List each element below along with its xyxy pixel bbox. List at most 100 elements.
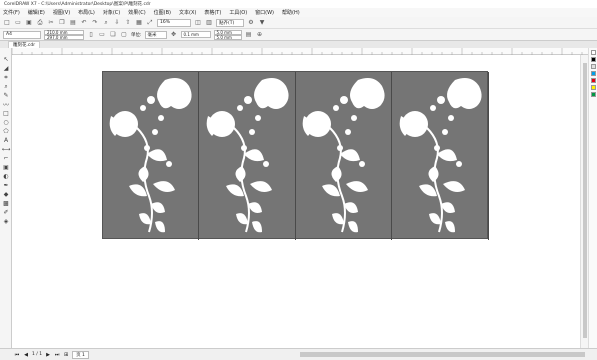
- document-tab[interactable]: 雕刻花.cdr: [8, 41, 41, 48]
- palette-swatches: [589, 57, 597, 97]
- flower-panel[interactable]: [296, 72, 392, 240]
- dup-y-field[interactable]: 5.0 mm: [213, 34, 242, 40]
- next-page-icon[interactable]: ▶: [45, 352, 51, 358]
- menu-layout[interactable]: 布局(L): [78, 9, 95, 16]
- flower-panel[interactable]: [103, 72, 199, 240]
- palette-swatch[interactable]: [590, 57, 596, 62]
- palette-swatch[interactable]: [590, 64, 596, 69]
- units-select[interactable]: 毫米: [144, 30, 167, 39]
- menu-edit[interactable]: 编辑(E): [28, 9, 45, 16]
- artistic-media-icon[interactable]: 〰: [0, 100, 12, 109]
- last-page-icon[interactable]: ⏭: [54, 352, 60, 358]
- portrait-icon[interactable]: ▯: [87, 31, 95, 39]
- page-height-field[interactable]: 297.0 mm: [44, 34, 84, 40]
- flower-panel[interactable]: [200, 72, 296, 240]
- horizontal-scrollbar[interactable]: [300, 352, 585, 357]
- polygon-tool-icon[interactable]: ⬠: [0, 127, 12, 136]
- interactive-fill-icon[interactable]: ◆: [0, 190, 12, 199]
- cut-icon[interactable]: ✂: [47, 19, 55, 27]
- import-icon[interactable]: ⇩: [113, 19, 121, 27]
- menu-help[interactable]: 帮助(H): [282, 9, 300, 16]
- palette-swatch[interactable]: [590, 85, 596, 90]
- redo-icon[interactable]: ↷: [91, 19, 99, 27]
- nudge-icon: ✥: [171, 31, 177, 38]
- duplicate-distance: 5.0 mm 5.0 mm: [213, 29, 242, 40]
- snap-label: 贴齐(T): [219, 20, 235, 26]
- page-tab[interactable]: 页 1: [72, 350, 89, 359]
- menu-table[interactable]: 表格(T): [204, 9, 221, 16]
- pick-tool-icon[interactable]: ↖: [0, 55, 12, 64]
- flower-motif: [399, 78, 482, 233]
- horizontal-ruler[interactable]: [11, 48, 591, 55]
- copy-icon[interactable]: ❐: [58, 19, 66, 27]
- standard-toolbar: □ ▭ ▣ ⎙ ✂ ❐ ▤ ↶ ↷ ⌕ ⇩ ⇧ ▦ ⤢ 16% ◫ ▥ 贴齐(T…: [0, 17, 597, 29]
- page-height-value: 297.0 mm: [47, 34, 68, 40]
- menu-bitmap[interactable]: 位图(B): [154, 9, 171, 16]
- color-palette: [588, 48, 597, 350]
- palette-swatch[interactable]: [590, 92, 596, 97]
- options-icon[interactable]: ⚙: [247, 19, 255, 27]
- crop-tool-icon[interactable]: ⌗: [0, 73, 12, 82]
- fill-icon[interactable]: ◈: [0, 217, 12, 226]
- add-icon[interactable]: ⊕: [256, 31, 264, 39]
- parallel-dimension-icon[interactable]: ⟷: [0, 145, 12, 154]
- vertical-scrollbar[interactable]: [580, 55, 588, 348]
- page-dimensions: 210.0 mm 297.0 mm: [44, 29, 84, 40]
- zoom-value: 16%: [160, 20, 171, 25]
- menu-file[interactable]: 文件(F): [3, 9, 20, 16]
- palette-swatch[interactable]: [590, 71, 596, 76]
- flower-panel[interactable]: [393, 72, 489, 240]
- paste-icon[interactable]: ▤: [69, 19, 77, 27]
- export-icon[interactable]: ⇧: [124, 19, 132, 27]
- page-settings-icon[interactable]: ▤: [245, 31, 253, 39]
- all-pages-icon[interactable]: ❏: [109, 31, 117, 39]
- outline-pen-icon[interactable]: ✐: [0, 208, 12, 217]
- paper-size-select[interactable]: A4: [3, 30, 41, 39]
- current-page-icon[interactable]: ▢: [120, 31, 128, 39]
- ellipse-tool-icon[interactable]: ○: [0, 118, 12, 127]
- prev-page-icon[interactable]: ◀: [23, 352, 29, 358]
- open-icon[interactable]: ▭: [14, 19, 22, 27]
- menu-view[interactable]: 视图(V): [53, 9, 70, 16]
- search-icon[interactable]: ⌕: [102, 19, 110, 27]
- ruler-icon[interactable]: ▥: [205, 19, 213, 27]
- undo-icon[interactable]: ↶: [80, 19, 88, 27]
- view-icon[interactable]: ◫: [194, 19, 202, 27]
- zoom-tool-icon[interactable]: ⌕: [0, 82, 12, 91]
- menu-object[interactable]: 对象(C): [103, 9, 120, 16]
- window-title: CorelDRAW X7 - C:\Users\Administrator\De…: [4, 2, 151, 7]
- menu-text[interactable]: 文本(X): [179, 9, 196, 16]
- paper-size-value: A4: [6, 32, 12, 37]
- menu-tools[interactable]: 工具(O): [229, 9, 247, 16]
- launch-icon[interactable]: ▼: [258, 19, 266, 27]
- ruler-ticks: [11, 48, 583, 55]
- print-icon[interactable]: ⎙: [36, 19, 44, 27]
- smart-fill-icon[interactable]: ▩: [0, 199, 12, 208]
- menu-window[interactable]: 窗口(W): [255, 9, 274, 16]
- freehand-tool-icon[interactable]: ✎: [0, 91, 12, 100]
- connector-tool-icon[interactable]: ⌐: [0, 154, 12, 163]
- rectangle-tool-icon[interactable]: □: [0, 109, 12, 118]
- new-icon[interactable]: □: [3, 19, 11, 27]
- text-tool-icon[interactable]: A: [0, 136, 12, 145]
- shape-tool-icon[interactable]: ◢: [0, 64, 12, 73]
- app-launcher-icon[interactable]: ▦: [135, 19, 143, 27]
- add-page-icon[interactable]: ⊞: [63, 352, 69, 358]
- units-label: 单位:: [131, 32, 142, 38]
- fullscreen-icon[interactable]: ⤢: [146, 19, 154, 27]
- transparency-icon[interactable]: ◐: [0, 172, 12, 181]
- eyedropper-icon[interactable]: ✒: [0, 181, 12, 190]
- design-page[interactable]: [102, 71, 489, 240]
- save-icon[interactable]: ▣: [25, 19, 33, 27]
- menu-effects[interactable]: 效果(C): [128, 9, 145, 16]
- drop-shadow-icon[interactable]: ▣: [0, 163, 12, 172]
- palette-swatch[interactable]: [590, 50, 596, 55]
- vertical-scroll-thumb[interactable]: [583, 63, 587, 338]
- snap-select[interactable]: 贴齐(T): [216, 18, 244, 27]
- nudge-field[interactable]: 0.1 mm: [180, 31, 211, 38]
- zoom-select[interactable]: 16%: [157, 18, 191, 27]
- first-page-icon[interactable]: ⏮: [14, 352, 20, 358]
- page-counter: 1 / 1: [32, 352, 43, 357]
- palette-swatch[interactable]: [590, 78, 596, 83]
- landscape-icon[interactable]: ▭: [98, 31, 106, 39]
